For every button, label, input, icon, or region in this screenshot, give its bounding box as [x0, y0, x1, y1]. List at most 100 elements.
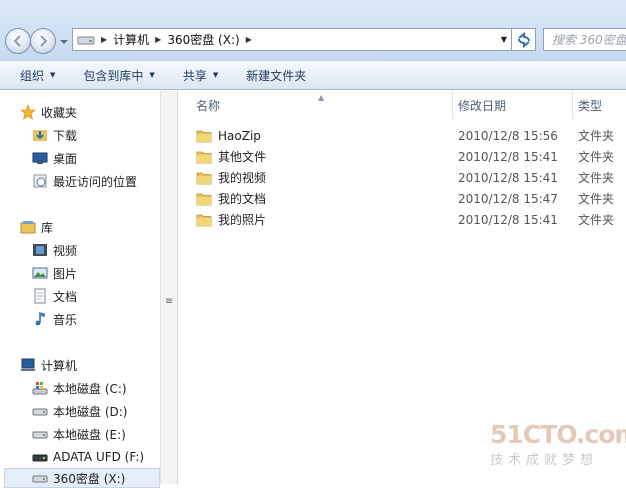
file-name: 我的视频: [218, 171, 267, 185]
include-in-library-button[interactable]: 包含到库中 ▼: [75, 63, 162, 87]
column-header-name[interactable]: 名称: [196, 91, 220, 119]
downloads-folder-icon: [33, 130, 47, 141]
file-name: HaoZip: [218, 128, 261, 143]
folder-icon: [196, 214, 212, 226]
chevron-down-icon: ▼: [149, 71, 155, 79]
nav-drive-d-label: 本地磁盘 (D:): [53, 404, 128, 419]
command-bar: 组织 ▼ 包含到库中 ▼ 共享 ▼ 新建文件夹: [0, 60, 626, 90]
nav-music[interactable]: 音乐: [32, 309, 77, 329]
breadcrumb-separator-icon[interactable]: ▶: [101, 35, 107, 44]
file-name: 其他文件: [218, 150, 267, 164]
breadcrumb: ▶ 计算机 ▶ 360密盘 (X:) ▶: [95, 31, 258, 48]
music-note-icon: [35, 312, 45, 326]
arrow-left-icon: [13, 35, 21, 47]
nav-music-label: 音乐: [53, 312, 78, 327]
column-type-label: 类型: [578, 98, 603, 113]
nav-desktop-label: 桌面: [53, 151, 78, 166]
nav-computer[interactable]: 计算机: [20, 355, 77, 375]
share-button[interactable]: 共享 ▼: [175, 63, 226, 87]
desktop-icon: [32, 152, 48, 164]
nav-documents[interactable]: 文档: [32, 286, 77, 306]
column-divider[interactable]: [452, 91, 453, 119]
file-date: 2010/12/8 15:47: [458, 191, 558, 206]
chevron-down-icon: ▼: [50, 71, 56, 79]
arrow-right-icon: [40, 35, 48, 47]
navigation-pane: 收藏夹 下载 桌面 最近访问的位置 库 视频 图片 文档 音乐 计算机 本地磁盘…: [0, 91, 160, 488]
organize-button[interactable]: 组织 ▼: [12, 63, 63, 87]
nav-videos[interactable]: 视频: [32, 240, 77, 260]
file-type: 文件夹: [578, 129, 615, 143]
recent-pages-icon[interactable]: [59, 38, 69, 46]
breadcrumb-separator-icon[interactable]: ▶: [155, 35, 161, 44]
file-type: 文件夹: [578, 192, 615, 206]
video-icon: [33, 244, 47, 256]
column-divider[interactable]: [572, 91, 573, 119]
nav-downloads-label: 下载: [53, 128, 78, 143]
recent-places-icon: [33, 174, 47, 188]
column-modified-label: 修改日期: [458, 98, 507, 113]
drive-icon: [32, 431, 48, 439]
nav-libraries-label: 库: [41, 220, 54, 235]
refresh-icon: [517, 31, 530, 48]
nav-favorites[interactable]: 收藏夹: [20, 102, 77, 122]
new-folder-label: 新建文件夹: [246, 68, 307, 83]
nav-drive-x[interactable]: 360密盘 (X:): [4, 468, 160, 488]
nav-recent-label: 最近访问的位置: [53, 174, 138, 189]
file-row[interactable]: 我的视频 2010/12/8 15:41 文件夹: [196, 167, 616, 188]
chevron-down-icon: ▼: [212, 71, 219, 79]
refresh-button[interactable]: [512, 28, 536, 51]
nav-libraries[interactable]: 库: [20, 217, 53, 237]
folder-icon: [196, 130, 212, 142]
document-icon: [34, 288, 46, 304]
library-icon: [20, 221, 36, 234]
file-type: 文件夹: [578, 171, 615, 185]
file-date: 2010/12/8 15:56: [458, 128, 558, 143]
drive-icon: [77, 36, 95, 44]
folder-icon: [196, 151, 212, 163]
file-type: 文件夹: [578, 213, 615, 227]
folder-icon: [196, 172, 212, 184]
back-button[interactable]: [5, 28, 31, 54]
file-row[interactable]: 我的照片 2010/12/8 15:41 文件夹: [196, 209, 616, 230]
share-label: 共享: [182, 68, 207, 83]
nav-drive-c[interactable]: 本地磁盘 (C:): [32, 378, 127, 398]
forward-button[interactable]: [30, 28, 56, 54]
nav-drive-f-label: ADATA UFD (F:): [53, 450, 145, 464]
nav-pictures[interactable]: 图片: [32, 263, 77, 283]
search-placeholder: 搜索 360密盘: [552, 33, 626, 47]
column-header-type[interactable]: 类型: [578, 91, 602, 119]
computer-icon: [21, 358, 35, 371]
nav-computer-label: 计算机: [41, 358, 78, 373]
nav-documents-label: 文档: [53, 289, 78, 304]
breadcrumb-computer[interactable]: 计算机: [113, 31, 149, 48]
nav-drive-f[interactable]: ADATA UFD (F:): [32, 447, 144, 467]
nav-downloads[interactable]: 下载: [32, 125, 77, 145]
file-row[interactable]: HaoZip 2010/12/8 15:56 文件夹: [196, 125, 616, 146]
breadcrumb-drive[interactable]: 360密盘 (X:): [167, 31, 239, 48]
nav-drive-c-label: 本地磁盘 (C:): [53, 381, 127, 396]
file-date: 2010/12/8 15:41: [458, 212, 558, 227]
usb-drive-icon: [32, 454, 48, 462]
file-row[interactable]: 我的文档 2010/12/8 15:47 文件夹: [196, 188, 616, 209]
file-row[interactable]: 其他文件 2010/12/8 15:41 文件夹: [196, 146, 616, 167]
file-type: 文件夹: [578, 150, 615, 164]
watermark-slogan: 技术成就梦想: [490, 453, 599, 468]
nav-drive-d[interactable]: 本地磁盘 (D:): [32, 401, 127, 421]
sort-ascending-icon: ▲: [318, 93, 325, 102]
pane-splitter[interactable]: ≡: [160, 91, 178, 484]
search-input[interactable]: 搜索 360密盘: [543, 28, 626, 51]
address-history-dropdown-icon[interactable]: ▼: [501, 35, 507, 44]
nav-favorites-label: 收藏夹: [41, 105, 78, 120]
address-input[interactable]: ▶ 计算机 ▶ 360密盘 (X:) ▶ ▼: [72, 28, 512, 51]
nav-drive-e[interactable]: 本地磁盘 (E:): [32, 424, 126, 444]
picture-icon: [32, 267, 48, 279]
breadcrumb-separator-icon[interactable]: ▶: [246, 35, 252, 44]
nav-desktop[interactable]: 桌面: [32, 148, 77, 168]
nav-recent[interactable]: 最近访问的位置: [32, 171, 137, 191]
include-in-library-label: 包含到库中: [83, 68, 144, 83]
column-header-modified[interactable]: 修改日期: [458, 91, 506, 119]
file-name: 我的照片: [218, 213, 267, 227]
new-folder-button[interactable]: 新建文件夹: [238, 63, 314, 87]
drive-icon: [32, 408, 48, 416]
nav-videos-label: 视频: [53, 243, 78, 258]
